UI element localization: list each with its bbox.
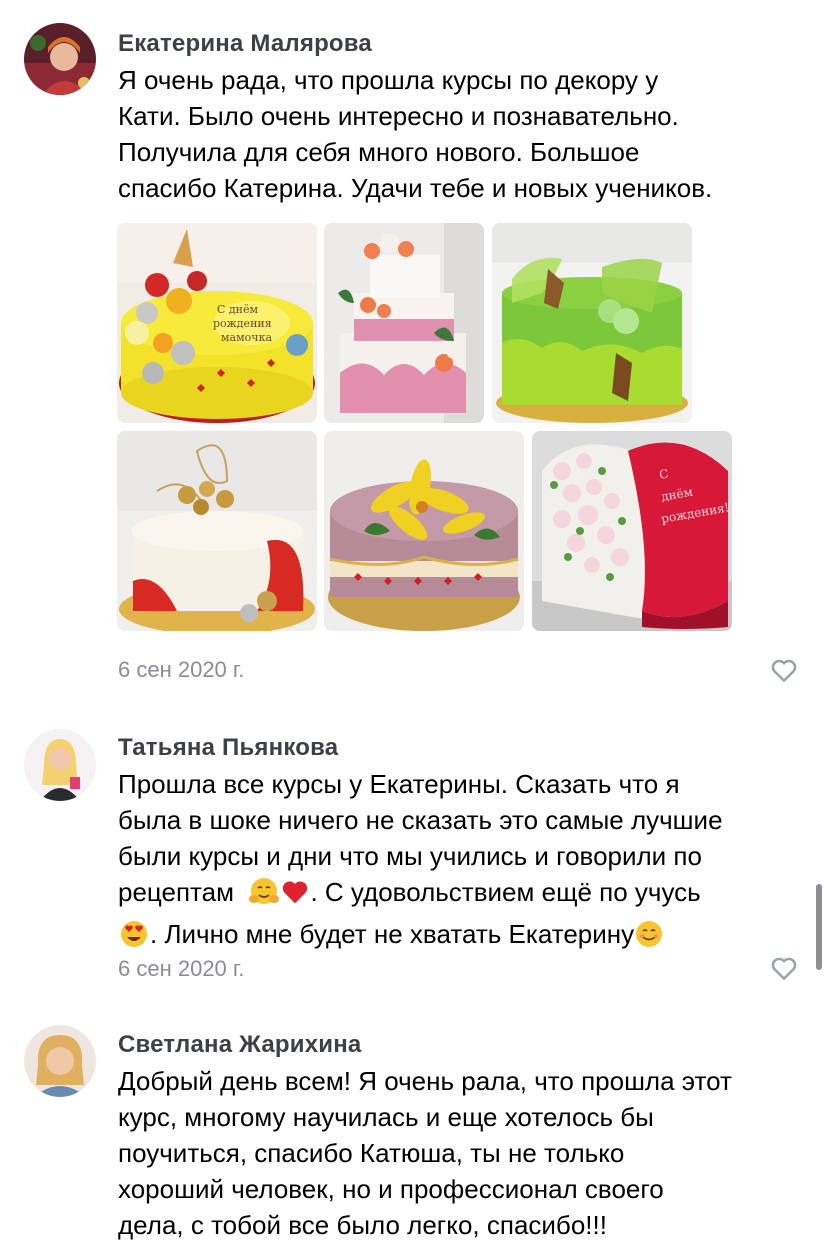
comment-text: Я очень рада, что прошла курсы по декору… bbox=[118, 65, 713, 203]
text-line: Прошла все курсы у Екатерины. Сказать чт… bbox=[118, 769, 680, 799]
heart-cake-photo[interactable]: С днём рождения! bbox=[532, 431, 732, 631]
comment-author[interactable]: Екатерина Малярова bbox=[118, 30, 372, 58]
text-line: были курсы и дни что мы учились и говори… bbox=[118, 841, 702, 871]
text-line: рецептам . С удовольствием ещё по учусь bbox=[118, 874, 808, 916]
svg-text:рождения: рождения bbox=[213, 317, 272, 330]
svg-text:мамочка: мамочка bbox=[221, 331, 272, 344]
like-heart-icon[interactable] bbox=[769, 953, 799, 983]
yellow-cake-photo[interactable]: С днём рождения мамочка bbox=[117, 223, 317, 423]
scrollbar[interactable] bbox=[816, 884, 822, 970]
avatar[interactable] bbox=[24, 729, 96, 801]
text-segment: . Лично мне будет не хватать Екатерину bbox=[150, 919, 635, 949]
comment-author[interactable]: Татьяна Пьянкова bbox=[118, 734, 338, 762]
heart-eyes-emoji bbox=[118, 919, 150, 958]
svg-text:С днём: С днём bbox=[217, 303, 259, 316]
comment-text: Прошла все курсы у Екатерины. Сказать чт… bbox=[118, 766, 808, 958]
like-heart-icon[interactable] bbox=[769, 655, 799, 685]
smiling-face-emoji bbox=[634, 919, 664, 958]
text-segment: . С удовольствием ещё по учусь bbox=[310, 877, 701, 907]
flower-cake-photo[interactable] bbox=[324, 431, 524, 631]
red-heart-emoji bbox=[280, 877, 310, 916]
comment-date: 6 сен 2020 г. bbox=[118, 657, 245, 682]
white-red-cake-photo[interactable] bbox=[117, 431, 317, 631]
comment-author[interactable]: Светлана Жарихина bbox=[118, 1031, 361, 1059]
green-cake-photo[interactable] bbox=[492, 223, 692, 423]
hugging-face-emoji bbox=[248, 877, 280, 916]
comment-text: Добрый день всем! Я очень рала, что прош… bbox=[118, 1066, 732, 1240]
text-segment: рецептам bbox=[118, 877, 249, 907]
comment-date: 6 сен 2020 г. bbox=[118, 956, 245, 981]
avatar[interactable] bbox=[24, 1025, 96, 1097]
three-tier-cake-photo[interactable] bbox=[324, 223, 484, 423]
text-line: была в шоке ничего не сказать это самые … bbox=[118, 805, 723, 835]
avatar[interactable] bbox=[24, 23, 96, 95]
text-line: . Лично мне будет не хватать Екатерину bbox=[118, 916, 808, 958]
